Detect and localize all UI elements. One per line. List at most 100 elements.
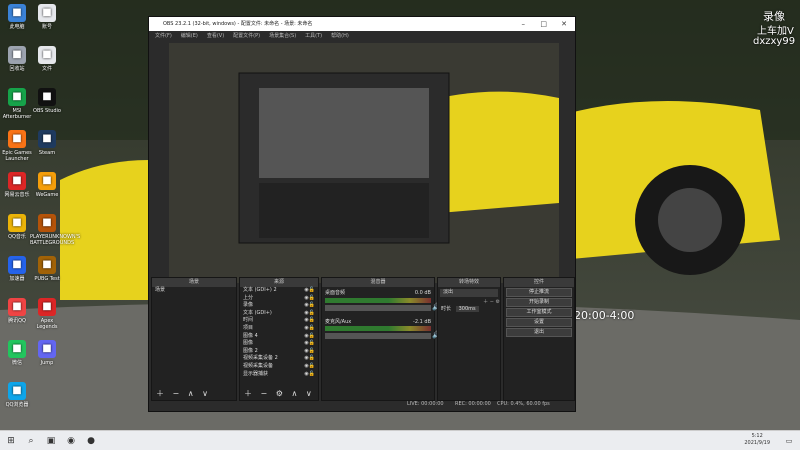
source-controls[interactable]: ＋ − ⚙ ∧ ∨ xyxy=(244,388,315,399)
visibility-eye-icon[interactable]: ◉🔓 xyxy=(304,371,315,379)
menu-item[interactable]: 配置文件(P) xyxy=(233,33,260,39)
source-item[interactable]: 图像 ◉🔓 xyxy=(240,340,318,348)
menu-item[interactable]: 文件(F) xyxy=(155,33,172,39)
desktop-icon[interactable]: ■ Steam xyxy=(30,130,64,156)
clock-date: 2021/9/19 xyxy=(744,440,770,446)
desktop-icon-label: 微信 xyxy=(11,360,22,366)
menu-item[interactable]: 场景集合(S) xyxy=(269,33,296,39)
netease-music-icon: ■ xyxy=(8,172,26,190)
desktop-icon[interactable]: ■ 微信 xyxy=(0,340,34,366)
computer-icon: ■ xyxy=(8,4,26,22)
transitions-dock-title: 转场特效 xyxy=(438,278,500,287)
control-button[interactable]: 工作室模式 xyxy=(506,308,572,317)
desktop-icon[interactable]: ■ PLAYERUNKNOWN'S BATTLEGROUNDS xyxy=(30,214,80,246)
transition-select[interactable]: 淡出 xyxy=(440,289,498,297)
menu-item[interactable]: 查看(V) xyxy=(207,33,224,39)
desktop-icon[interactable]: ■ Jump xyxy=(30,340,64,366)
menu-item[interactable]: 帮助(H) xyxy=(331,33,349,39)
minimize-icon[interactable]: – xyxy=(522,17,526,31)
visibility-eye-icon[interactable]: ◉🔓 xyxy=(304,302,315,310)
obs-statusbar: LIVE: 00:00:00 REC: 00:00:00 CPU: 0.4%, … xyxy=(149,399,575,409)
source-item[interactable]: 项目 ◉🔓 xyxy=(240,325,318,333)
desktop-icon[interactable]: ■ 网易云音乐 xyxy=(0,172,34,198)
desktop-icon-label: MSI Afterburner xyxy=(2,108,32,120)
desktop-icon-label: 此电脑 xyxy=(9,24,25,30)
menu-item[interactable]: 工具(T) xyxy=(305,33,322,39)
mixer-track: 桌面音频 0.0 dB 🔊⚙ xyxy=(325,290,447,311)
qq-music-icon: ■ xyxy=(8,214,26,232)
volume-slider[interactable]: 🔊⚙ xyxy=(325,331,447,340)
desktop-icon[interactable]: ■ 回收站 xyxy=(0,46,34,72)
control-button[interactable]: 停止推流 xyxy=(506,288,572,297)
control-button[interactable]: 设置 xyxy=(506,318,572,327)
file-icon: ■ xyxy=(38,4,56,22)
desktop-icon[interactable]: ■ OBS Studio xyxy=(30,88,64,114)
source-item[interactable]: 显示器捕获 ◉🔓 xyxy=(240,371,318,379)
taskbar-app-icon[interactable]: ◉ xyxy=(64,434,78,448)
status-cpu: CPU: 0.4%, 60.00 fps xyxy=(497,401,550,407)
status-rec: REC: 00:00:00 xyxy=(455,401,491,407)
desktop-icon[interactable]: ■ MSI Afterburner xyxy=(0,88,34,120)
obs-title: OBS 23.2.1 (32-bit, windows) - 配置文件: 未命名… xyxy=(163,21,313,27)
desktop-icon[interactable]: ■ WeGame xyxy=(30,172,64,198)
pubg-icon: ■ xyxy=(38,214,56,232)
search-icon[interactable]: ⌕ xyxy=(24,434,38,448)
source-item[interactable]: 录像 ◉🔓 xyxy=(240,302,318,310)
desktop-icon[interactable]: ■ Epic Games Launcher xyxy=(0,130,34,162)
source-item[interactable]: 时间 ◉🔓 xyxy=(240,317,318,325)
obs-taskbar-icon[interactable]: ● xyxy=(84,434,98,448)
scene-controls[interactable]: ＋ − ∧ ∨ xyxy=(156,388,211,399)
overlay-contact-text: 上车加V xyxy=(757,26,794,37)
notification-icon[interactable]: ▭ xyxy=(782,434,796,448)
source-label: 视频采集设备 xyxy=(243,362,274,369)
epic-icon: ■ xyxy=(8,130,26,148)
volume-meter xyxy=(325,326,431,332)
clock[interactable]: 5:12 2021/9/19 xyxy=(744,433,770,447)
desktop-icon[interactable]: ■ 加速器 xyxy=(0,256,34,282)
desktop-icon[interactable]: ■ Apex Legends xyxy=(30,298,64,330)
volume-slider[interactable]: 🔊⚙ xyxy=(325,303,447,311)
desktop-icon-label: WeGame xyxy=(35,192,59,198)
transition-duration[interactable]: 时长 300ms xyxy=(438,306,500,314)
source-item[interactable]: 文本 (GDI+) 2 ◉🔓 xyxy=(240,287,318,295)
desktop-icon[interactable]: ■ 此电脑 xyxy=(0,4,34,30)
visibility-eye-icon[interactable]: ◉🔓 xyxy=(304,287,315,295)
wechat-icon: ■ xyxy=(8,340,26,358)
desktop-icon[interactable]: ■ PUBG Test xyxy=(30,256,64,282)
windows-start-icon[interactable]: ⊞ xyxy=(4,434,18,448)
source-item[interactable]: 视频采集设备 2 ◉🔓 xyxy=(240,355,318,363)
visibility-eye-icon[interactable]: ◉🔓 xyxy=(304,355,315,363)
visibility-eye-icon[interactable]: ◉🔓 xyxy=(304,340,315,348)
task-view-icon[interactable]: ▣ xyxy=(44,434,58,448)
close-icon[interactable]: ✕ xyxy=(561,17,567,31)
desktop-icon[interactable]: ■ QQ浏览器 xyxy=(0,382,34,408)
duration-input[interactable]: 300ms xyxy=(455,306,479,313)
pubg-test-icon: ■ xyxy=(38,256,56,274)
menu-item[interactable]: 编辑(E) xyxy=(181,33,198,39)
source-label: 图像 xyxy=(243,340,254,347)
desktop-icon[interactable]: ■ QQ音乐 xyxy=(0,214,34,240)
desktop-icon-label: 回收站 xyxy=(9,66,25,72)
obs-preview[interactable] xyxy=(169,43,559,283)
track-db: -2.1 dB xyxy=(413,318,431,325)
source-item[interactable]: 视频采集设备 ◉🔓 xyxy=(240,363,318,371)
control-button[interactable]: 退出 xyxy=(506,328,572,337)
volume-meter xyxy=(325,297,431,303)
control-button[interactable]: 开始录制 xyxy=(506,298,572,307)
scenes-dock: 场景 场景 ＋ − ∧ ∨ xyxy=(151,277,237,401)
taskbar: ⊞ ⌕ ▣ ◉ ● 5:12 2021/9/19 ▭ xyxy=(0,430,800,450)
accelerator-icon: ■ xyxy=(8,256,26,274)
scene-item[interactable]: 场景 xyxy=(152,287,236,295)
visibility-eye-icon[interactable]: ◉🔓 xyxy=(304,325,315,333)
desktop-icon[interactable]: ■ 腾讯QQ xyxy=(0,298,34,324)
source-label: 文本 (GDI+) xyxy=(243,309,272,316)
desktop-icon[interactable]: ■ 文件 xyxy=(30,46,64,72)
desktop-icon[interactable]: ■ 账号 xyxy=(30,4,64,30)
afterburner-icon: ■ xyxy=(8,88,26,106)
scenes-dock-title: 场景 xyxy=(152,278,236,287)
visibility-eye-icon[interactable]: ◉🔓 xyxy=(304,363,315,371)
visibility-eye-icon[interactable]: ◉🔓 xyxy=(304,317,315,325)
desktop-icon-label: OBS Studio xyxy=(33,108,61,114)
source-label: 文本 (GDI+) 2 xyxy=(243,287,277,293)
maximize-icon[interactable]: □ xyxy=(540,17,547,31)
